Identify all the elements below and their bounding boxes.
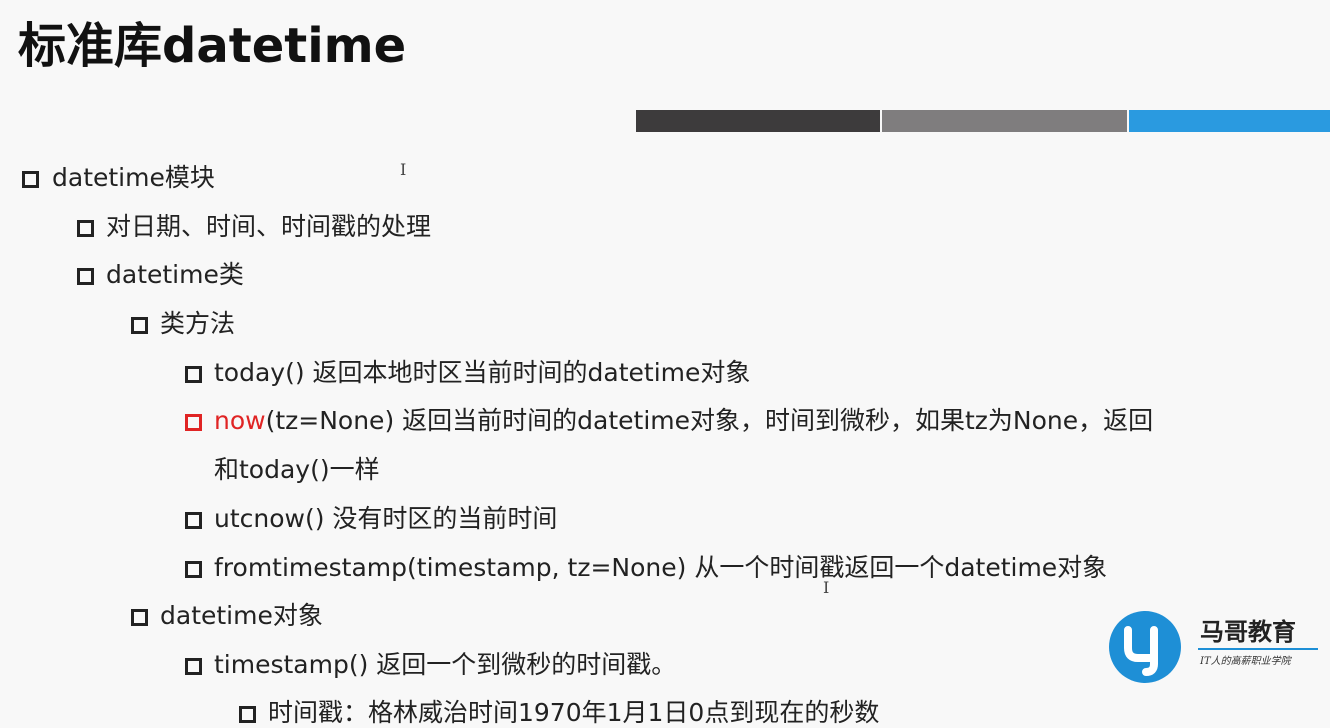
bullet-square-icon (77, 268, 94, 285)
brand-name: 马哥教育 (1200, 618, 1296, 646)
bullet-square-icon (185, 512, 202, 529)
brand-logo: 马哥教育 IT人的高薪职业学院 (1108, 610, 1318, 690)
accent-bar (636, 110, 1330, 132)
brand-tagline: IT人的高薪职业学院 (1200, 656, 1291, 667)
outline-item-timestamp: timestamp() 返回一个到微秒的时间戳。 (214, 650, 677, 679)
outline-item-fromtimestamp: fromtimestamp(timestamp, tz=None) 从一个时间戳… (214, 553, 1108, 582)
outline-item-processing: 对日期、时间、时间戳的处理 (106, 212, 432, 241)
text-cursor-icon: I (823, 578, 830, 597)
brand-divider (1198, 648, 1318, 650)
outline-item-now-continued: 和today()一样 (214, 455, 380, 484)
now-keyword: now (214, 406, 266, 435)
bullet-square-icon (131, 609, 148, 626)
bullet-square-icon (77, 220, 94, 237)
slide-title: 标准库datetime (18, 18, 407, 74)
outline-item-epoch: 时间戳：格林威治时间1970年1月1日0点到现在的秒数 (268, 698, 880, 727)
now-description: (tz=None) 返回当前时间的datetime对象，时间到微秒，如果tz为N… (265, 406, 1154, 435)
bullet-square-red-icon (185, 414, 202, 431)
bullet-square-icon (185, 658, 202, 675)
outline-item-module: datetime模块 (52, 163, 215, 192)
text-cursor-icon: I (400, 160, 407, 179)
slide: 标准库datetime datetime模块 I 对日期、时间、时间戳的处理 d… (0, 0, 1330, 728)
bullet-square-icon (185, 561, 202, 578)
brand-mark-icon (1109, 611, 1181, 683)
outline-item-now: now(tz=None) 返回当前时间的datetime对象，时间到微秒，如果t… (214, 405, 1153, 437)
accent-bar-blue (1128, 110, 1330, 132)
accent-bar-gray (882, 110, 1127, 132)
bullet-square-icon (239, 706, 256, 723)
outline-item-class: datetime类 (106, 260, 244, 289)
accent-bar-dark (636, 110, 881, 132)
outline-item-object: datetime对象 (160, 601, 323, 630)
bullet-square-icon (185, 366, 202, 383)
outline-item-utcnow: utcnow() 没有时区的当前时间 (214, 504, 558, 533)
bullet-square-icon (131, 317, 148, 334)
outline-item-today: today() 返回本地时区当前时间的datetime对象 (214, 358, 751, 387)
outline-item-class-methods: 类方法 (160, 309, 236, 338)
bullet-square-icon (22, 171, 39, 188)
